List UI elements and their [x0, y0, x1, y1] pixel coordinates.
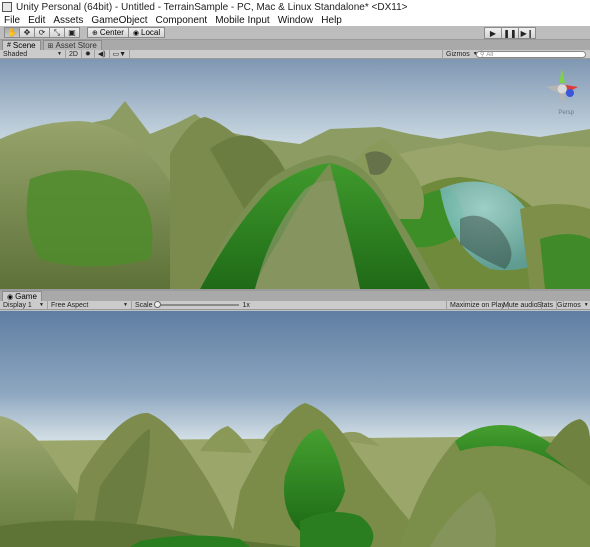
- rect-tool-button[interactable]: ▣: [64, 27, 80, 38]
- scene-viewport[interactable]: Persp: [0, 59, 590, 289]
- pivot-center-button[interactable]: ⊕ Center: [87, 27, 129, 38]
- mode-2d-label: 2D: [69, 50, 78, 58]
- display-label: Display 1: [3, 301, 32, 309]
- aspect-dropdown[interactable]: Free Aspect ▼: [48, 300, 132, 310]
- game-view-options: Display 1 ▼ Free Aspect ▼ Scale 1x Maxim…: [0, 300, 590, 310]
- aspect-label: Free Aspect: [51, 301, 89, 309]
- store-icon: ⊞: [47, 42, 54, 50]
- chevron-down-icon: ▼: [583, 302, 589, 308]
- image-icon: ▭: [112, 51, 120, 58]
- tab-game[interactable]: ◉ Game: [2, 291, 42, 301]
- chevron-down-icon: ▼: [39, 302, 44, 308]
- speaker-icon: ◀): [97, 51, 106, 58]
- scene-gizmos-label: Gizmos: [446, 50, 470, 58]
- scene-lighting-toggle[interactable]: ✹: [82, 49, 95, 59]
- rotate-icon: ⟳: [38, 28, 46, 37]
- hand-tool-button[interactable]: ✋: [4, 27, 20, 38]
- scene-search-input[interactable]: ⚲ All: [476, 51, 586, 58]
- chevron-down-icon: ▼: [119, 50, 127, 58]
- scale-icon: ⤡: [53, 27, 61, 37]
- pivot-controls: ⊕ Center ◉ Local: [87, 27, 166, 38]
- game-gizmos-label: Gizmos: [557, 301, 581, 309]
- chevron-down-icon: ▼: [57, 51, 62, 57]
- move-tool-button[interactable]: ✥: [19, 27, 35, 38]
- space-local-label: Local: [141, 28, 161, 37]
- game-icon: ◉: [7, 293, 14, 301]
- mode-2d-toggle[interactable]: 2D: [66, 49, 82, 59]
- unity-app-icon: [2, 2, 12, 12]
- game-gizmos-dropdown[interactable]: Gizmos ▼: [554, 301, 590, 310]
- projection-label[interactable]: Persp: [558, 110, 574, 116]
- move-icon: ✥: [23, 28, 31, 37]
- scale-slider-track[interactable]: [153, 301, 239, 308]
- pivot-center-label: Center: [99, 28, 124, 37]
- pivot-icon: ⊕: [92, 29, 98, 37]
- stats-label: Stats: [537, 301, 553, 309]
- scene-audio-toggle[interactable]: ◀): [95, 49, 110, 59]
- window-titlebar: Unity Personal (64bit) - Untitled - Terr…: [0, 0, 590, 14]
- search-icon: ⚲: [480, 52, 485, 58]
- search-placeholder: All: [486, 51, 494, 58]
- tab-scene[interactable]: # Scene: [2, 40, 41, 50]
- scale-control: Scale 1x: [132, 301, 262, 310]
- main-toolbar: ✋ ✥ ⟳ ⤡ ▣ ⊕ Center ◉ Local ▶ ❚❚ ▶❙: [0, 26, 590, 40]
- pause-button[interactable]: ❚❚: [501, 27, 519, 39]
- maximize-on-play-label: Maximize on Play: [450, 301, 505, 309]
- window-title: Unity Personal (64bit) - Untitled - Terr…: [16, 1, 408, 13]
- game-tabbar: ◉ Game: [0, 291, 590, 301]
- shading-mode-label: Shaded: [3, 50, 28, 58]
- scale-slider-thumb[interactable]: [153, 301, 161, 308]
- menu-file[interactable]: File: [4, 15, 20, 26]
- menu-edit[interactable]: Edit: [28, 15, 45, 26]
- step-button[interactable]: ▶❙: [518, 27, 536, 39]
- scene-effects-dropdown[interactable]: ▭ ▼: [110, 49, 131, 59]
- chevron-down-icon: ▼: [123, 302, 128, 308]
- scale-tool-button[interactable]: ⤡: [49, 27, 65, 38]
- rotate-tool-button[interactable]: ⟳: [34, 27, 50, 38]
- menu-gameobject[interactable]: GameObject: [91, 15, 147, 26]
- menu-window[interactable]: Window: [278, 15, 314, 26]
- scene-view-options: Shaded ▼ 2D ✹ ◀) ▭▼ Gizmos ▼ ⚲ All: [0, 49, 590, 59]
- hand-icon: ✋: [7, 28, 17, 37]
- play-button[interactable]: ▶: [484, 27, 502, 39]
- local-icon: ◉: [132, 29, 139, 37]
- menu-help[interactable]: Help: [321, 15, 342, 26]
- space-local-button[interactable]: ◉ Local: [127, 27, 166, 38]
- scale-label: Scale: [135, 301, 153, 309]
- shading-mode-dropdown[interactable]: Shaded ▼: [0, 49, 66, 59]
- step-icon: ▶❙: [520, 28, 534, 38]
- display-dropdown[interactable]: Display 1 ▼: [0, 300, 48, 310]
- orientation-gizmo[interactable]: [542, 65, 582, 115]
- transform-tools: ✋ ✥ ⟳ ⤡ ▣: [4, 27, 80, 38]
- game-terrain-render: [0, 311, 590, 547]
- game-viewport[interactable]: [0, 311, 590, 547]
- menu-assets[interactable]: Assets: [53, 15, 83, 26]
- scene-tabbar: # Scene ⊞ Asset Store: [0, 40, 590, 50]
- menu-component[interactable]: Component: [156, 15, 208, 26]
- menu-bar: File Edit Assets GameObject Component Mo…: [0, 14, 590, 26]
- tab-asset-store[interactable]: ⊞ Asset Store: [42, 40, 102, 50]
- rect-icon: ▣: [68, 28, 76, 37]
- scale-value: 1x: [242, 301, 250, 309]
- scene-icon: #: [7, 42, 11, 49]
- mute-audio-label: Mute audio: [503, 301, 538, 309]
- pause-icon: ❚❚: [503, 28, 517, 38]
- play-icon: ▶: [489, 28, 497, 38]
- menu-mobile-input[interactable]: Mobile Input: [215, 15, 269, 26]
- play-controls: ▶ ❚❚ ▶❙: [484, 27, 536, 39]
- scene-terrain-render: [0, 59, 590, 289]
- sun-icon: ✹: [84, 51, 91, 58]
